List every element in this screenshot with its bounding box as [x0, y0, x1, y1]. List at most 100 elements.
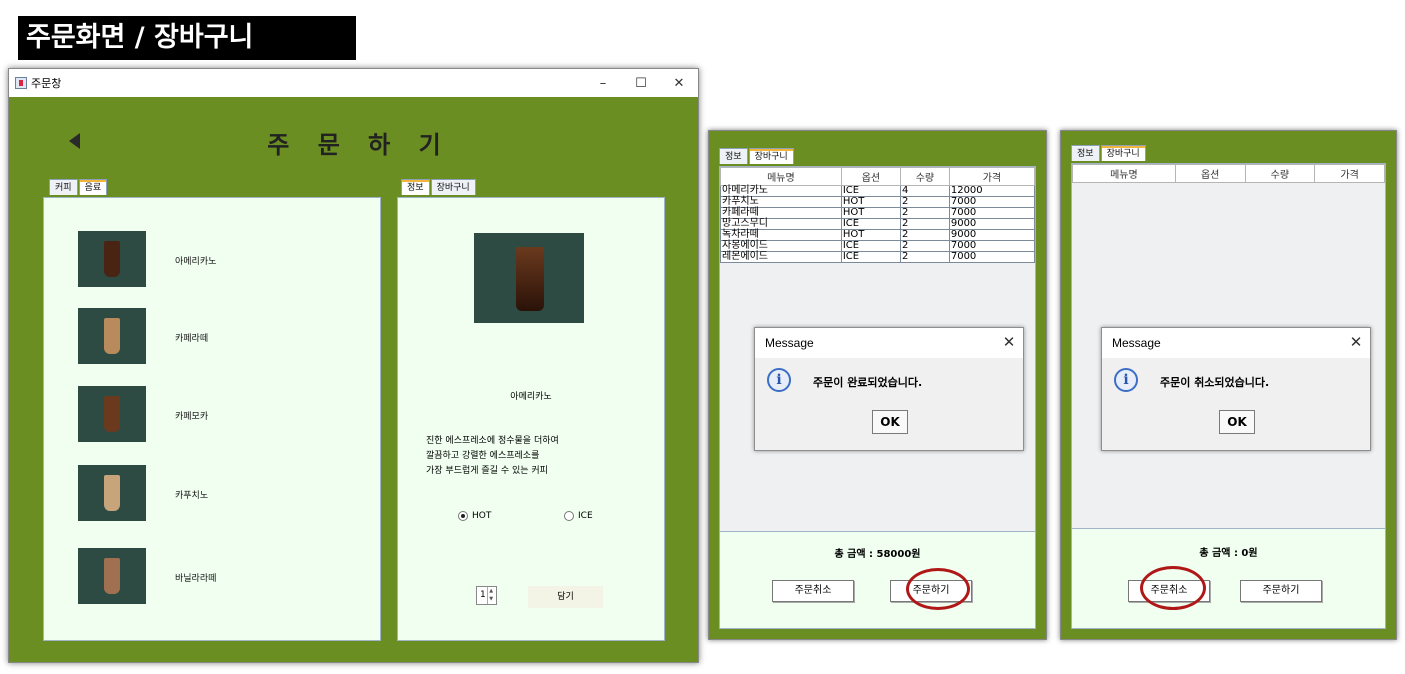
menu-item[interactable]: 아메리카노 [78, 231, 216, 287]
cell: 2 [900, 196, 950, 208]
cell: 카푸치노 [720, 196, 842, 208]
spinner-arrows-icon[interactable]: ▲ ▼ [486, 587, 495, 604]
drink-image [104, 318, 120, 354]
info-icon: i [767, 368, 791, 392]
table-row[interactable]: 자몽에이드 ICE 2 7000 [720, 240, 1036, 252]
cell: HOT [840, 207, 902, 219]
cell: 2 [900, 240, 950, 252]
cell: 아메리카노 [720, 185, 842, 197]
radio-unselected-icon [564, 511, 574, 521]
ok-button[interactable]: OK [1219, 410, 1255, 434]
table-row[interactable]: 레몬에이드 ICE 2 7000 [720, 251, 1036, 263]
cell: 4 [900, 185, 950, 197]
hot-label: HOT [472, 511, 492, 521]
cell: 9000 [948, 229, 1036, 241]
drink-image [104, 396, 120, 432]
maximize-button[interactable]: ☐ [622, 76, 660, 91]
description-line: 깔끔하고 강렬한 에스프레소를 [426, 451, 540, 461]
cell: 녹차라떼 [720, 229, 842, 241]
cell: HOT [840, 196, 902, 208]
menu-thumbnail [78, 386, 146, 442]
cell: 7000 [948, 196, 1036, 208]
column-header[interactable]: 메뉴명 [720, 167, 842, 186]
cell: 7000 [948, 240, 1036, 252]
cell: ICE [840, 185, 902, 197]
table-row[interactable]: 망고스무디 ICE 2 9000 [720, 218, 1036, 230]
column-header[interactable]: 수량 [900, 167, 950, 186]
message-dialog: Message ✕ i 주문이 취소되었습니다. OK [1101, 327, 1371, 451]
hot-radio[interactable]: HOT [458, 511, 491, 521]
tab-info[interactable]: 정보 [719, 148, 748, 164]
description-line: 가장 부드럽게 즐길 수 있는 커피 [426, 466, 548, 476]
tab-info[interactable]: 정보 [1071, 145, 1100, 161]
place-order-button[interactable]: 주문하기 [1240, 580, 1322, 602]
cell: HOT [840, 229, 902, 241]
dialog-message: 주문이 완료되었습니다. [813, 376, 923, 389]
dialog-message: 주문이 취소되었습니다. [1160, 376, 1270, 389]
menu-item-name: 아메리카노 [175, 257, 217, 267]
menu-thumbnail [78, 231, 146, 287]
column-header[interactable]: 가격 [1314, 164, 1385, 183]
tab-cart[interactable]: 장바구니 [748, 148, 794, 164]
order-window: 주문창 – ☐ ✕ 주 문 하 기 커피 음료 아메리카노 카페라떼 카페모카 … [8, 68, 699, 663]
tab-info[interactable]: 정보 [401, 179, 430, 195]
cell: ICE [840, 218, 902, 230]
radio-selected-icon [458, 511, 468, 521]
detail-drink-name: 아메리카노 [510, 392, 552, 402]
add-to-cart-button[interactable]: 담기 [528, 586, 603, 608]
back-arrow-icon[interactable] [69, 133, 80, 149]
menu-thumbnail [78, 465, 146, 521]
drink-image [104, 241, 120, 277]
cell: 7000 [948, 251, 1036, 263]
cell: ICE [840, 251, 902, 263]
cell: 2 [900, 251, 950, 263]
banner-title: 주문화면 / 장바구니 [18, 16, 356, 60]
close-icon[interactable]: ✕ [995, 328, 1023, 358]
ok-button[interactable]: OK [872, 410, 908, 434]
cancel-order-button[interactable]: 주문취소 [772, 580, 854, 602]
table-row[interactable]: 카페라떼 HOT 2 7000 [720, 207, 1036, 219]
cell: 2 [900, 207, 950, 219]
close-window-button[interactable]: ✕ [660, 76, 698, 91]
close-icon[interactable]: ✕ [1342, 328, 1370, 358]
window-title: 주문창 [31, 77, 62, 90]
menu-item-name: 카푸치노 [175, 491, 209, 501]
menu-item[interactable]: 바닐라라떼 [78, 548, 216, 604]
column-header[interactable]: 가격 [948, 167, 1036, 186]
tab-drink[interactable]: 음료 [78, 179, 108, 195]
quantity-spinner[interactable]: 1 ▲ ▼ [476, 586, 497, 605]
cell: 9000 [948, 218, 1036, 230]
menu-item-name: 카페모카 [175, 412, 209, 422]
cart-window-complete: 정보 장바구니 메뉴명 옵션 수량 가격 아메리카노 ICE 4 12000 카푸치노… [708, 130, 1047, 640]
page-heading: 주 문 하 기 [267, 131, 451, 159]
tab-cart[interactable]: 장바구니 [1100, 145, 1146, 161]
menu-item[interactable]: 카페라떼 [78, 308, 208, 364]
cart-window-cancelled: 정보 장바구니 메뉴명 옵션 수량 가격 총 금액 : 0원 주문취소 주문하기… [1060, 130, 1397, 640]
table-row[interactable]: 카푸치노 HOT 2 7000 [720, 196, 1036, 208]
column-header[interactable]: 메뉴명 [1072, 164, 1176, 183]
highlight-circle [1140, 566, 1206, 610]
menu-item[interactable]: 카페모카 [78, 386, 208, 442]
cell: 망고스무디 [720, 218, 842, 230]
tab-coffee[interactable]: 커피 [49, 179, 78, 195]
column-header[interactable]: 옵션 [1174, 164, 1246, 183]
dialog-titlebar: Message ✕ [1102, 328, 1370, 358]
cell: 2 [900, 218, 950, 230]
minimize-button[interactable]: – [584, 76, 622, 91]
table-row[interactable]: 아메리카노 ICE 4 12000 [720, 185, 1036, 197]
total-amount: 총 금액 : 0원 [1199, 548, 1258, 559]
ice-radio[interactable]: ICE [564, 511, 593, 521]
menu-item-name: 바닐라라떼 [175, 574, 217, 584]
total-amount: 총 금액 : 58000원 [834, 549, 921, 560]
column-header[interactable]: 옵션 [840, 167, 902, 186]
drink-image [104, 558, 120, 594]
menu-panel: 아메리카노 카페라떼 카페모카 카푸치노 바닐라라떼 [43, 197, 381, 641]
window-content: 주 문 하 기 커피 음료 아메리카노 카페라떼 카페모카 카푸치노 바닐라라떼… [9, 97, 698, 662]
table-row[interactable]: 녹차라떼 HOT 2 9000 [720, 229, 1036, 241]
column-header[interactable]: 수량 [1244, 164, 1316, 183]
description-line: 진한 에스프레소에 정수물을 더하여 [426, 436, 559, 446]
cell: 2 [900, 229, 950, 241]
cell: 12000 [948, 185, 1036, 197]
menu-item[interactable]: 카푸치노 [78, 465, 208, 521]
tab-cart[interactable]: 장바구니 [430, 179, 476, 195]
